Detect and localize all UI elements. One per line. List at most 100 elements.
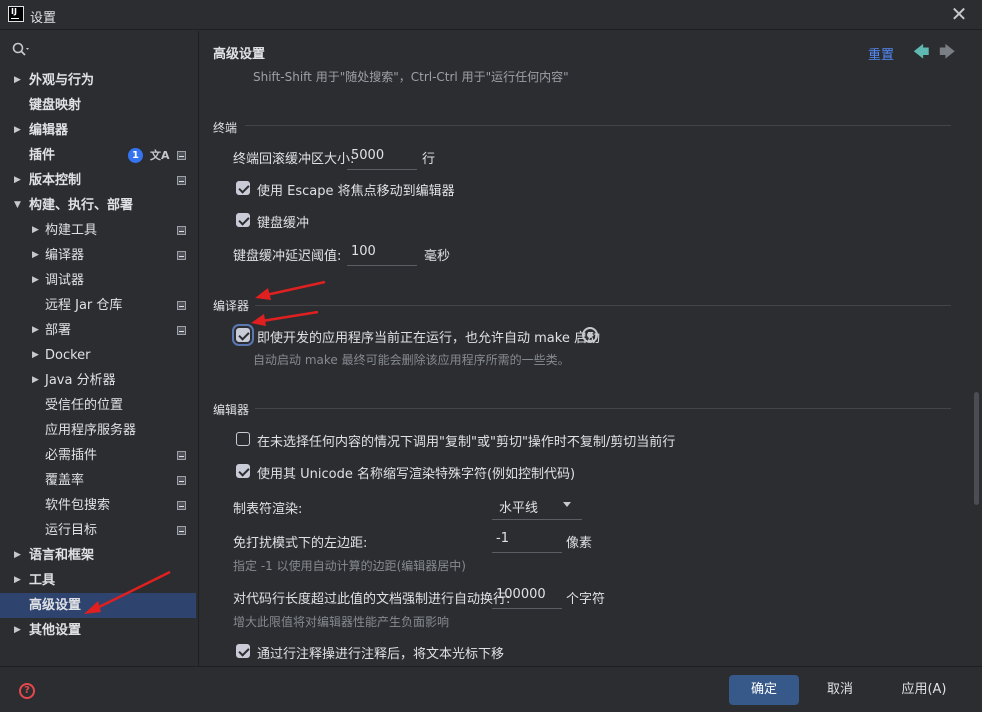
sidebar-item[interactable]: ▶ 编译器: [0, 243, 196, 268]
translate-icon: 文A: [150, 149, 170, 162]
tab-render-label: 制表符渲染:: [233, 502, 303, 517]
auto-make-label: 即使开发的应用程序当前正在运行，也允许自动 make 启动: [257, 331, 600, 346]
chevron-right-icon[interactable]: ▶: [14, 168, 24, 193]
project-level-icon: [177, 226, 186, 235]
sidebar-item[interactable]: ▶ 部署: [0, 318, 196, 343]
chevron-right-icon[interactable]: ▶: [14, 568, 24, 593]
chevron-right-icon[interactable]: ▶: [32, 343, 42, 368]
sidebar-item[interactable]: 应用程序服务器: [0, 418, 196, 443]
sidebar-item[interactable]: 插件 1 文A: [0, 143, 196, 168]
sidebar-search[interactable]: [0, 37, 198, 63]
chevron-right-icon[interactable]: ▶: [32, 218, 42, 243]
chevron-right-icon[interactable]: ▶: [14, 68, 24, 93]
sidebar-item-label: 语言和框架: [29, 548, 95, 563]
sidebar-item[interactable]: ▶ 构建工具: [0, 218, 196, 243]
project-level-icon: [177, 251, 186, 260]
chevron-right-icon[interactable]: ▶: [32, 368, 42, 393]
ok-button[interactable]: 确定: [729, 675, 799, 705]
copy-cut-line-checkbox[interactable]: [236, 432, 250, 446]
sidebar-item[interactable]: ▶ 外观与行为: [0, 68, 196, 93]
sidebar-item-label: 键盘映射: [29, 98, 82, 113]
chevron-right-icon[interactable]: ▶: [32, 268, 42, 293]
forward-arrow-icon[interactable]: 🡆: [939, 41, 956, 68]
sidebar-item-label: Java 分析器: [45, 373, 116, 388]
terminal-scroll-label: 终端回滚缓冲区大小:: [233, 152, 355, 167]
soft-wrap-input[interactable]: [492, 581, 562, 609]
copy-cut-line-label: 在未选择任何内容的情况下调用"复制"或"剪切"操作时不复制/剪切当前行: [257, 435, 676, 450]
back-arrow-icon[interactable]: 🡄: [913, 41, 930, 68]
chevron-right-icon[interactable]: ▶: [14, 543, 24, 568]
sidebar-item[interactable]: ▼ 构建、执行、部署: [0, 193, 196, 218]
reset-link[interactable]: 重置: [868, 44, 894, 63]
sidebar-item-label: 远程 Jar 仓库: [45, 298, 123, 313]
sidebar-item[interactable]: ▶ 其他设置: [0, 618, 196, 643]
close-icon[interactable]: ✕: [948, 2, 970, 26]
keyboard-buffer-checkbox[interactable]: [236, 213, 250, 227]
section-divider: [255, 408, 951, 409]
comment-move-caret-checkbox[interactable]: [236, 644, 250, 658]
zen-margin-label: 免打扰模式下的左边距:: [233, 536, 368, 551]
chevron-down-icon[interactable]: ▼: [14, 193, 24, 218]
sidebar-item[interactable]: 软件包搜索: [0, 493, 196, 518]
sidebar-item[interactable]: 必需插件: [0, 443, 196, 468]
sidebar-item-label: 其他设置: [29, 623, 82, 638]
sidebar-item[interactable]: ▶ 调试器: [0, 268, 196, 293]
tab-render-value: 水平线: [499, 501, 539, 516]
sidebar-item[interactable]: 运行目标: [0, 518, 196, 543]
apply-button[interactable]: 应用(A): [889, 675, 959, 705]
settings-sidebar: ▶ 外观与行为键盘映射 ▶ 编辑器 插件 1 文A ▶ 版本控制 ▼ 构建、执行、部署 ▶ 构建工具 ▶ 编…: [0, 31, 198, 666]
sidebar-item-label: 插件: [29, 148, 56, 163]
sidebar-item[interactable]: ▶ 版本控制: [0, 168, 196, 193]
cancel-button[interactable]: 取消: [805, 675, 875, 705]
section-divider: [255, 305, 951, 306]
sidebar-item[interactable]: ▶ Docker: [0, 343, 196, 368]
chevron-right-icon[interactable]: ▶: [32, 243, 42, 268]
sidebar-item[interactable]: 受信任的位置: [0, 393, 196, 418]
terminal-scroll-input[interactable]: [347, 142, 417, 170]
page-subtitle: Shift-Shift 用于"随处搜索"，Ctrl-Ctrl 用于"运行任何内容…: [253, 70, 569, 84]
tab-render-select[interactable]: 水平线: [492, 490, 582, 520]
chevron-right-icon[interactable]: ▶: [14, 618, 24, 643]
unicode-render-checkbox[interactable]: [236, 464, 250, 478]
content-scrollbar[interactable]: [974, 392, 979, 505]
soft-wrap-unit: 个字符: [566, 592, 606, 607]
soft-wrap-hint: 增大此限值将对编辑器性能产生负面影响: [233, 615, 450, 629]
section-divider: [245, 125, 951, 126]
sidebar-item[interactable]: 高级设置: [0, 593, 196, 618]
chevron-right-icon[interactable]: ▶: [14, 118, 24, 143]
window-title: 设置: [30, 11, 57, 26]
escape-focus-checkbox[interactable]: [236, 181, 250, 195]
dialog-footer: ? 确定 取消 应用(A): [0, 666, 982, 712]
section-editor-title: 编辑器: [213, 403, 250, 417]
chevron-down-icon: [563, 502, 571, 507]
sidebar-item[interactable]: ▶ 工具: [0, 568, 196, 593]
page-title: 高级设置: [213, 47, 266, 62]
auto-make-checkbox[interactable]: [236, 328, 250, 342]
sidebar-item[interactable]: ▶ 语言和框架: [0, 543, 196, 568]
sidebar-item[interactable]: ▶ 编辑器: [0, 118, 196, 143]
sidebar-item[interactable]: ▶ Java 分析器: [0, 368, 196, 393]
zen-margin-input[interactable]: [492, 525, 562, 553]
sidebar-item[interactable]: 覆盖率: [0, 468, 196, 493]
sidebar-item-label: 覆盖率: [45, 473, 85, 488]
sidebar-item-label: Docker: [45, 348, 91, 363]
buffer-delay-label: 键盘缓冲延迟阈值:: [233, 249, 342, 264]
sidebar-item-label: 运行目标: [45, 523, 98, 538]
project-level-icon: [177, 176, 186, 185]
comment-move-caret-label: 通过行注释操进行注释后，将文本光标下移: [257, 647, 505, 662]
sidebar-item-label: 受信任的位置: [45, 398, 124, 413]
project-level-icon: [177, 326, 186, 335]
project-level-icon: [177, 476, 186, 485]
chevron-right-icon[interactable]: ▶: [32, 318, 42, 343]
sidebar-item-label: 软件包搜索: [45, 498, 111, 513]
restart-required-icon: [582, 327, 598, 343]
zen-margin-unit: 像素: [566, 536, 593, 551]
auto-make-hint: 自动启动 make 最终可能会删除该应用程序所需的一些类。: [253, 353, 570, 367]
buffer-delay-input[interactable]: [347, 238, 417, 266]
sidebar-item-label: 应用程序服务器: [45, 423, 137, 438]
help-icon[interactable]: ?: [19, 683, 35, 699]
sidebar-item-label: 调试器: [45, 273, 85, 288]
sidebar-item[interactable]: 远程 Jar 仓库: [0, 293, 196, 318]
sidebar-item[interactable]: 键盘映射: [0, 93, 196, 118]
sidebar-item-label: 必需插件: [45, 448, 98, 463]
